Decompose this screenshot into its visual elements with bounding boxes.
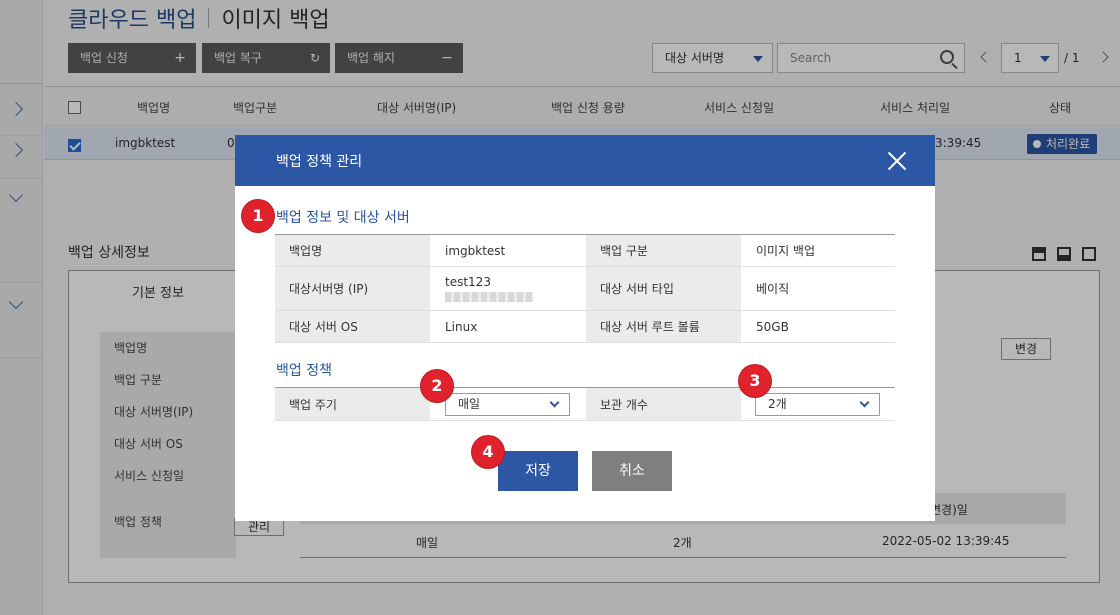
info-value: 이미지 백업 [756,244,816,258]
info-label: 대상 서버 타입 [586,267,741,310]
retention-count-value: 2개 [768,397,787,411]
info-label: 백업 구분 [586,235,741,266]
info-value: 50GB [756,319,789,334]
blurred-ip [445,292,533,302]
backup-cycle-select[interactable]: 매일 [445,393,570,416]
info-label: 대상서버명 (IP) [275,267,430,310]
info-value: Linux [445,319,478,334]
annotation-marker-4: 4 [472,436,504,468]
info-row: 대상서버명 (IP) test123 대상 서버 타입 베이직 [275,267,895,311]
retention-count-select[interactable]: 2개 [755,393,880,416]
annotation-marker-1: 1 [242,200,274,232]
chevron-down-icon [859,397,870,408]
policy-label: 백업 주기 [275,388,430,420]
info-row: 대상 서버 OS Linux 대상 서버 루트 볼륨 50GB [275,311,895,343]
section-title-info: 백업 정보 및 대상 서버 [276,210,410,226]
info-row: 백업명 imgbktest 백업 구분 이미지 백업 [275,235,895,267]
info-value: imgbktest [445,243,506,258]
annotation-marker-2: 2 [421,370,453,402]
backup-cycle-value: 매일 [458,397,481,411]
backup-policy-modal: 백업 정책 관리 백업 정보 및 대상 서버 백업명 imgbktest 백업 … [235,135,935,521]
info-table: 백업명 imgbktest 백업 구분 이미지 백업 대상서버명 (IP) te… [275,234,895,343]
modal-header: 백업 정책 관리 [235,135,935,186]
policy-label: 보관 개수 [586,388,741,420]
modal-title: 백업 정책 관리 [276,154,363,170]
info-value-server: test123 [445,267,533,310]
close-icon[interactable] [887,151,907,171]
info-label: 대상 서버 루트 볼륨 [586,311,741,342]
annotation-marker-3: 3 [739,365,771,397]
policy-form-row: 백업 주기 매일 보관 개수 2개 [275,388,895,421]
policy-table: 백업 주기 매일 보관 개수 2개 [275,387,895,421]
info-value: 베이직 [756,282,790,296]
chevron-down-icon [549,397,560,408]
server-name: test123 [445,275,491,289]
info-label: 백업명 [275,235,430,266]
section-title-policy: 백업 정책 [276,363,332,379]
cancel-button[interactable]: 취소 [592,451,672,491]
info-label: 대상 서버 OS [275,311,430,342]
save-button[interactable]: 저장 [498,451,578,491]
